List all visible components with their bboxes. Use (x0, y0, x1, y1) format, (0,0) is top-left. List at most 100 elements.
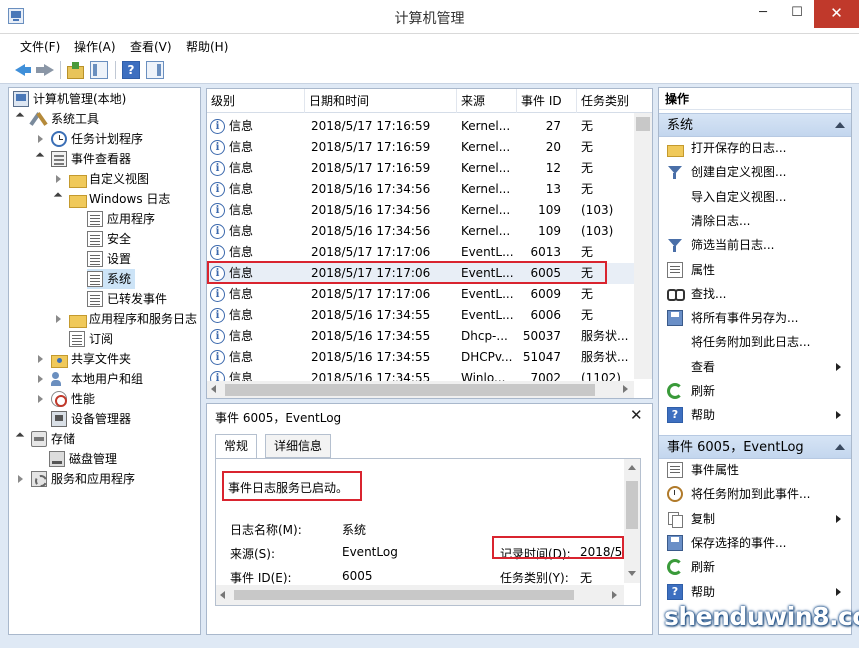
show-hide-action-pane-icon[interactable] (146, 61, 164, 79)
cell-source: EventL... (461, 308, 514, 322)
info-icon: i (210, 182, 225, 197)
action-item[interactable]: ? 帮助 (659, 403, 851, 427)
log-icon (87, 251, 103, 267)
collapse-caret-icon[interactable] (835, 122, 845, 128)
save-icon (667, 310, 683, 327)
action-item[interactable]: 刷新 (659, 555, 851, 579)
scroll-left-icon[interactable] (207, 381, 223, 398)
menu-view[interactable]: 查看(V) (130, 38, 172, 55)
action-item[interactable]: 事件属性 (659, 458, 851, 482)
scroll-thumb[interactable] (636, 117, 650, 131)
collapse-arrow-icon[interactable] (17, 475, 25, 483)
action-item[interactable]: 刷新 (659, 379, 851, 403)
table-row[interactable]: i 信息 2018/5/16 17:34:56 Kernel... 13 无 (207, 179, 634, 200)
detail-hscrollbar[interactable] (216, 585, 624, 605)
cell-category: 无 (581, 119, 594, 133)
info-icon: i (210, 224, 225, 239)
minimize-button[interactable]: ─ (746, 0, 780, 28)
tab-details[interactable]: 详细信息 (265, 434, 332, 458)
log-icon (69, 331, 85, 347)
action-item[interactable]: 筛选当前日志... (659, 233, 851, 257)
hscroll-thumb[interactable] (225, 384, 595, 396)
expand-arrow-icon[interactable] (17, 435, 25, 443)
expand-arrow-icon[interactable] (37, 155, 45, 163)
expand-arrow-icon[interactable] (55, 195, 63, 203)
menu-file[interactable]: 文件(F) (20, 38, 60, 55)
table-row[interactable]: i 信息 2018/5/16 17:34:55 EventL... 6006 无 (207, 305, 634, 326)
column-header-source[interactable]: 来源 (457, 89, 517, 113)
toolbar-separator (115, 61, 116, 79)
actions-section-system[interactable]: 系统 (659, 113, 851, 137)
cell-source: EventL... (461, 287, 514, 301)
collapse-caret-icon[interactable] (835, 444, 845, 450)
cell-category: 无 (581, 140, 594, 154)
action-item[interactable]: 属性 (659, 258, 851, 282)
action-item[interactable]: 将任务附加到此事件... (659, 482, 851, 506)
cell-id: 12 (545, 161, 561, 175)
scroll-left-icon[interactable] (216, 587, 232, 603)
action-item[interactable]: 将任务附加到此日志... (659, 330, 851, 354)
action-item[interactable]: 查看 (659, 355, 851, 379)
action-item[interactable]: 导入自定义视图... (659, 185, 851, 209)
action-item[interactable]: 查找... (659, 282, 851, 306)
action-item[interactable]: 保存选择的事件... (659, 531, 851, 555)
scroll-up-icon[interactable] (624, 459, 640, 475)
action-item[interactable]: ? 帮助 (659, 580, 851, 604)
collapse-arrow-icon[interactable] (55, 175, 63, 183)
close-button[interactable]: ✕ (814, 0, 859, 28)
actions-section-event[interactable]: 事件 6005，EventLog (659, 435, 851, 459)
table-row[interactable]: i 信息 2018/5/17 17:16:59 Kernel... 20 无 (207, 137, 634, 158)
maximize-button[interactable]: ☐ (780, 0, 814, 28)
up-folder-icon[interactable] (66, 61, 84, 79)
scroll-right-icon[interactable] (606, 587, 622, 603)
table-row[interactable]: i 信息 2018/5/16 17:34:56 Kernel... 109 (103) (207, 221, 634, 242)
highlight-message-box (222, 471, 362, 501)
action-item[interactable]: 打开保存的日志... (659, 136, 851, 160)
event-list-hscrollbar[interactable] (207, 381, 634, 398)
table-row[interactable]: i 信息 2018/5/17 17:17:06 EventL... 6013 无 (207, 242, 634, 263)
column-header-level[interactable]: 级别 (207, 89, 305, 113)
table-row[interactable]: i 信息 2018/5/17 17:16:59 Kernel... 27 无 (207, 116, 634, 137)
detail-hscroll-thumb[interactable] (234, 590, 574, 600)
tree-item-system-log[interactable]: 系统 (87, 269, 135, 289)
highlight-selected-event-box (207, 261, 607, 284)
action-item[interactable]: 创建自定义视图... (659, 160, 851, 184)
column-header-category[interactable]: 任务类别 (577, 89, 637, 113)
forward-arrow-icon[interactable] (36, 61, 54, 79)
help-icon[interactable]: ? (122, 61, 140, 79)
action-label: 属性 (691, 262, 716, 277)
scroll-down-icon[interactable] (624, 565, 640, 581)
column-header-datetime[interactable]: 日期和时间 (305, 89, 457, 113)
table-row[interactable]: i 信息 2018/5/16 17:34:55 DHCPv... 51047 服务状... (207, 347, 634, 368)
detail-close-icon[interactable]: ✕ (630, 406, 643, 424)
submenu-arrow-icon (836, 587, 841, 596)
cell-source: EventL... (461, 245, 514, 259)
table-row[interactable]: i 信息 2018/5/17 17:16:59 Kernel... 12 无 (207, 158, 634, 179)
cell-level: 信息 (229, 182, 254, 196)
event-list-vscrollbar[interactable] (634, 113, 652, 379)
detail-scroll-thumb[interactable] (626, 481, 638, 529)
action-item[interactable]: 复制 (659, 507, 851, 531)
collapse-arrow-icon[interactable] (37, 395, 45, 403)
expand-arrow-icon[interactable] (17, 115, 25, 123)
column-header-event-id[interactable]: 事件 ID (517, 89, 577, 113)
collapse-arrow-icon[interactable] (37, 375, 45, 383)
scroll-right-icon[interactable] (617, 381, 633, 398)
task-icon (667, 486, 683, 503)
show-hide-console-tree-icon[interactable] (90, 61, 108, 79)
cell-level: 信息 (229, 308, 254, 322)
table-row[interactable]: i 信息 2018/5/16 17:34:56 Kernel... 109 (103) (207, 200, 634, 221)
action-label: 帮助 (691, 584, 716, 599)
action-item[interactable]: 将所有事件另存为... (659, 306, 851, 330)
action-item[interactable]: 清除日志... (659, 209, 851, 233)
back-arrow-icon[interactable] (14, 61, 32, 79)
tab-general[interactable]: 常规 (215, 434, 258, 459)
collapse-arrow-icon[interactable] (37, 135, 45, 143)
menu-action[interactable]: 操作(A) (74, 38, 116, 55)
collapse-arrow-icon[interactable] (55, 315, 63, 323)
detail-vscrollbar[interactable] (624, 459, 640, 583)
collapse-arrow-icon[interactable] (37, 355, 45, 363)
table-row[interactable]: i 信息 2018/5/16 17:34:55 Dhcp-... 50037 服务状... (207, 326, 634, 347)
table-row[interactable]: i 信息 2018/5/17 17:17:06 EventL... 6009 无 (207, 284, 634, 305)
menu-help[interactable]: 帮助(H) (186, 38, 228, 55)
